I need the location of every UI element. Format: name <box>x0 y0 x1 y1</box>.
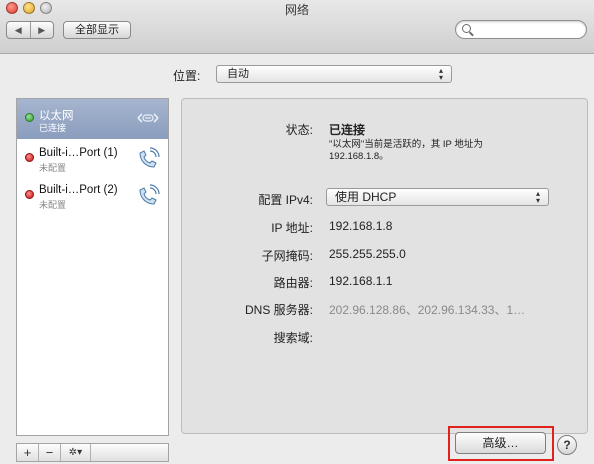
window-toolbar: 网络 ◀ ▶ 全部显示 <box>0 0 594 54</box>
ip-address-label: IP 地址: <box>271 221 313 235</box>
location-select[interactable]: 自动 ▴ ▾ <box>216 65 452 83</box>
service-list-toolbar: + − ✲▾ <box>16 443 169 462</box>
status-value: 已连接 <box>329 123 366 137</box>
show-all-button[interactable]: 全部显示 <box>63 21 131 39</box>
window-title: 网络 <box>284 3 309 17</box>
ipv4-config-select[interactable]: 使用 DHCP ▴ ▾ <box>326 188 549 206</box>
router-value: 192.168.1.1 <box>329 274 393 288</box>
location-label: 位置: <box>173 69 201 83</box>
ipv4-label: 配置 IPv4: <box>258 193 313 207</box>
service-item-ethernet[interactable]: 以太网 已连接 <box>17 99 168 139</box>
updown-arrows-icon: ▴ ▾ <box>535 189 540 205</box>
gear-menu-button[interactable]: ✲▾ <box>61 444 91 461</box>
ipv4-value: 使用 DHCP <box>335 190 397 204</box>
status-note-line: 192.168.1.8。 <box>329 151 389 162</box>
service-status: 未配置 <box>39 200 67 210</box>
ip-address-value: 192.168.1.8 <box>329 219 393 233</box>
ethernet-arrows-icon <box>137 113 159 123</box>
subnet-mask-label: 子网掩码: <box>261 249 313 263</box>
location-value: 自动 <box>227 68 249 80</box>
updown-arrows-icon: ▴ ▾ <box>438 66 443 82</box>
nav-back-forward: ◀ ▶ <box>6 21 54 39</box>
search-domain-label: 搜索域: <box>273 331 313 345</box>
service-item-port-2[interactable]: Built-i…Port (2) 未配置 <box>17 176 168 213</box>
status-dot-icon <box>25 190 34 199</box>
search-field[interactable] <box>455 20 587 39</box>
status-note: "以太网"当前是活跃的，其 IP 地址为 192.168.1.8。 <box>329 139 483 163</box>
search-input[interactable] <box>476 22 581 37</box>
service-list: 以太网 已连接 Built-i…Port (1) 未配置 Built-i…Por… <box>16 98 169 436</box>
advanced-button[interactable]: 高级… <box>455 432 546 454</box>
help-button[interactable]: ? <box>557 435 577 455</box>
router-label: 路由器: <box>273 276 313 290</box>
forward-arrow-icon[interactable]: ▶ <box>29 22 54 38</box>
dns-server-value: 202.96.128.86、202.96.134.33、1… <box>329 303 526 317</box>
service-item-port-1[interactable]: Built-i…Port (1) 未配置 <box>17 139 168 176</box>
back-arrow-icon[interactable]: ◀ <box>7 22 30 38</box>
status-label: 状态: <box>285 123 313 137</box>
service-name: Built-i…Port (2) <box>39 184 118 196</box>
phone-modem-icon <box>139 147 160 168</box>
status-note-line: "以太网"当前是活跃的，其 IP 地址为 <box>329 139 483 150</box>
status-dot-icon <box>25 153 34 162</box>
dns-server-label: DNS 服务器: <box>244 303 313 317</box>
service-status: 已连接 <box>39 123 67 133</box>
phone-modem-icon <box>139 184 160 205</box>
service-status: 未配置 <box>39 163 67 173</box>
service-name: Built-i…Port (1) <box>39 147 118 159</box>
search-icon <box>462 24 471 33</box>
add-service-button[interactable]: + <box>17 444 39 461</box>
status-dot-icon <box>25 113 34 122</box>
subnet-mask-value: 255.255.255.0 <box>329 247 406 261</box>
remove-service-button[interactable]: − <box>39 444 61 461</box>
